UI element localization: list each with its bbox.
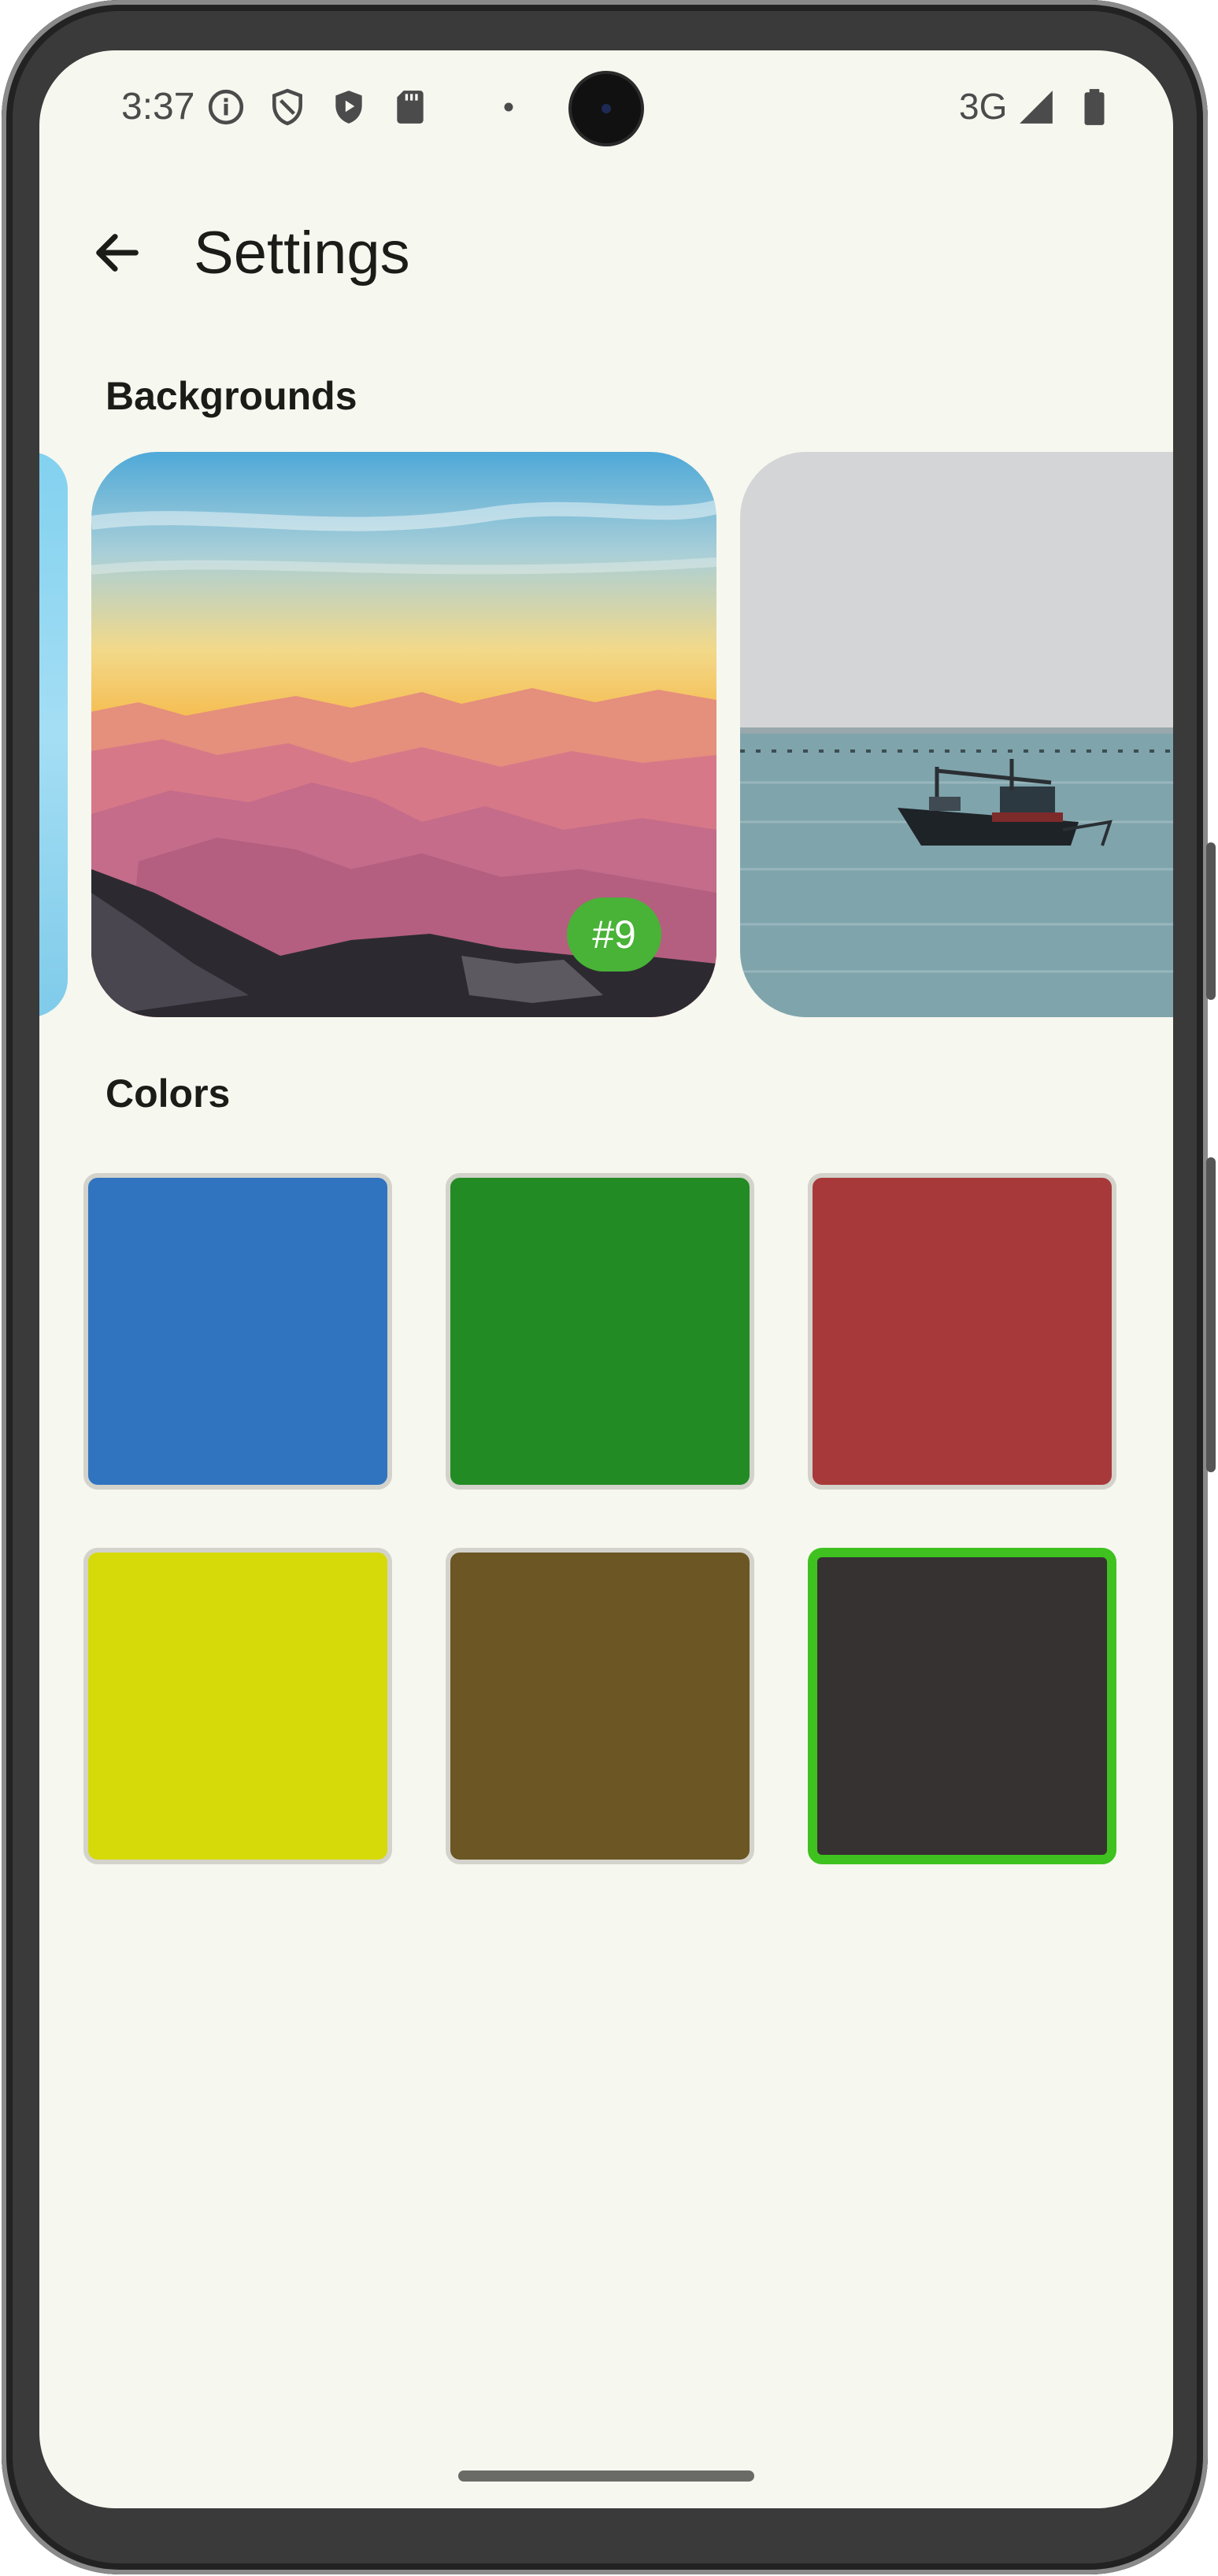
color-swatch-dark-gray[interactable] [808,1548,1116,1864]
info-icon [208,89,244,125]
boat-sea-background[interactable] [740,452,1173,1017]
front-camera [572,74,641,143]
play-shield-icon [335,91,362,124]
color-swatch-yellow[interactable] [83,1548,392,1864]
volume-button [1206,1157,1216,1472]
dot-icon [504,102,513,112]
boat-sea-image [740,452,1173,1017]
status-time: 3:37 [121,86,195,128]
color-swatch-green[interactable] [446,1173,754,1490]
shield-icon [272,88,302,126]
arrow-back-icon[interactable] [90,225,145,280]
home-indicator[interactable] [458,2471,754,2482]
color-swatch-blue[interactable] [83,1173,392,1490]
power-button [1206,842,1216,1000]
screen: 3:37 3G Settings Backgrounds #9 Colors [39,50,1173,2508]
mountain-sunset-background[interactable]: #9 [91,452,716,1017]
colors-heading: Colors [106,1071,231,1116]
sky-background[interactable] [39,452,68,1017]
battery-icon [1084,89,1105,125]
color-swatch-red[interactable] [808,1173,1116,1490]
phone-frame: 3:37 3G Settings Backgrounds #9 Colors [2,0,1216,2574]
backgrounds-heading: Backgrounds [106,374,357,418]
sd-card-icon [397,91,424,124]
color-swatch-brown[interactable] [446,1548,754,1864]
selected-background-badge: #9 [567,898,661,972]
network-type: 3G [959,86,1008,127]
status-bar: 3:37 3G [39,50,1173,168]
signal-icon [1020,91,1053,124]
page-title: Settings [194,220,410,287]
